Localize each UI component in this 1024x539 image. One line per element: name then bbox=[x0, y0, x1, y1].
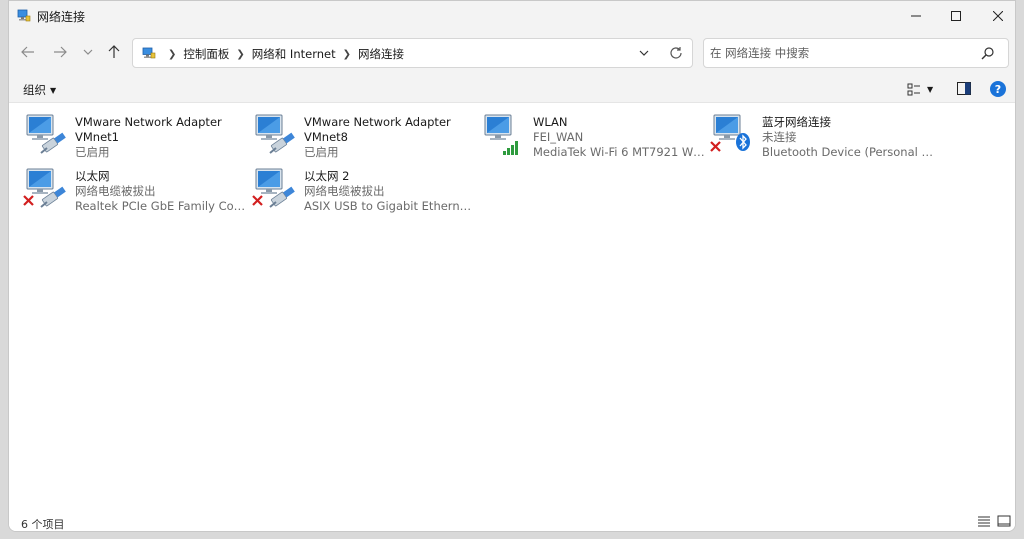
list-item[interactable]: 蓝牙网络连接未连接Bluetooth Device (Personal Area… bbox=[710, 109, 938, 159]
breadcrumb: ❯ 控制面板 ❯ 网络和 Internet ❯ 网络连接 bbox=[161, 46, 404, 62]
ethernet-adapter-icon bbox=[26, 114, 66, 154]
back-button[interactable] bbox=[15, 40, 41, 64]
connection-status: 已启用 bbox=[304, 145, 339, 159]
ethernet-adapter-icon bbox=[255, 114, 295, 154]
address-bar[interactable]: ❯ 控制面板 ❯ 网络和 Internet ❯ 网络连接 bbox=[132, 38, 693, 68]
connection-name: WLAN bbox=[533, 115, 568, 129]
search-icon[interactable] bbox=[980, 45, 996, 61]
breadcrumb-network-internet[interactable]: 网络和 Internet bbox=[252, 46, 336, 62]
connection-status: 网络电缆被拔出 bbox=[75, 184, 156, 198]
list-item[interactable]: WLANFEI_WANMediaTek Wi-Fi 6 MT7921 Wirel… bbox=[481, 109, 709, 159]
network-connections-icon bbox=[17, 9, 31, 22]
view-options-icon bbox=[907, 83, 920, 96]
title-bar: 网络连接 bbox=[9, 1, 1015, 31]
help-button[interactable]: ? bbox=[990, 81, 1006, 97]
connection-text: VMware Network Adapter VMnet1 已启用 bbox=[75, 115, 247, 160]
arrow-left-icon bbox=[21, 46, 34, 58]
address-history-button[interactable] bbox=[633, 43, 655, 63]
connection-name: 以太网 bbox=[75, 169, 110, 183]
command-bar: 组织 ▼ ▼ ? bbox=[9, 75, 1015, 103]
minimize-icon bbox=[911, 15, 921, 17]
arrow-up-icon bbox=[108, 45, 120, 58]
breadcrumb-separator-icon[interactable]: ❯ bbox=[168, 49, 176, 60]
search-input[interactable] bbox=[710, 45, 970, 61]
bluetooth-adapter-icon bbox=[710, 114, 750, 152]
organize-button[interactable]: 组织 ▼ bbox=[23, 82, 56, 98]
connection-status: 已启用 bbox=[75, 145, 110, 159]
details-view-icon[interactable] bbox=[977, 515, 991, 527]
chevron-down-icon bbox=[83, 49, 93, 55]
search-box bbox=[703, 38, 1009, 68]
ethernet-adapter-icon bbox=[23, 168, 66, 208]
breadcrumb-separator-icon[interactable]: ❯ bbox=[236, 49, 244, 60]
tiles-view-icon[interactable] bbox=[997, 515, 1011, 527]
connection-status: 网络电缆被拔出 bbox=[304, 184, 385, 198]
connections-list: VMware Network Adapter VMnet1 已启用 VMware N… bbox=[9, 103, 1015, 509]
connection-device: MediaTek Wi-Fi 6 MT7921 Wireless LAN Car… bbox=[533, 145, 705, 159]
navigation-bar: ❯ 控制面板 ❯ 网络和 Internet ❯ 网络连接 bbox=[9, 31, 1015, 75]
close-icon bbox=[993, 11, 1003, 21]
connection-device: ASIX USB to Gigabit Ethernet Family Adap… bbox=[304, 199, 476, 213]
connection-status: 未连接 bbox=[762, 130, 797, 144]
forward-button[interactable] bbox=[47, 40, 73, 64]
breadcrumb-separator-icon[interactable]: ❯ bbox=[343, 49, 351, 60]
ethernet-adapter-icon bbox=[252, 168, 295, 208]
connection-name: VMware Network Adapter bbox=[304, 115, 451, 129]
recent-locations-button[interactable] bbox=[75, 40, 101, 64]
list-item[interactable]: VMware Network Adapter VMnet1 已启用 bbox=[23, 109, 251, 159]
caret-down-icon: ▼ bbox=[50, 85, 57, 95]
connection-name-line2: VMnet8 bbox=[304, 130, 348, 144]
wifi-adapter-icon bbox=[484, 114, 518, 155]
connection-name: 蓝牙网络连接 bbox=[762, 115, 831, 129]
item-count: 6 个项目 bbox=[21, 518, 65, 531]
list-item[interactable]: 以太网 2 网络电缆被拔出 ASIX USB to Gigabit Ethernet… bbox=[252, 163, 480, 213]
maximize-button[interactable] bbox=[933, 1, 979, 31]
connection-status: FEI_WAN bbox=[533, 130, 584, 144]
view-options-button[interactable]: ▼ bbox=[907, 81, 941, 98]
connection-name: 以太网 2 bbox=[304, 169, 350, 183]
maximize-icon bbox=[951, 11, 961, 21]
connection-device: Bluetooth Device (Personal Area Network) bbox=[762, 145, 934, 159]
status-bar: 6 个项目 bbox=[9, 509, 1015, 531]
network-connections-icon bbox=[142, 47, 156, 59]
breadcrumb-control-panel[interactable]: 控制面板 bbox=[183, 46, 229, 62]
connection-text: VMware Network Adapter VMnet8 已启用 bbox=[304, 115, 476, 160]
up-button[interactable] bbox=[101, 40, 127, 64]
organize-label: 组织 bbox=[23, 83, 46, 97]
connection-text: 蓝牙网络连接未连接Bluetooth Device (Personal Area… bbox=[762, 115, 934, 160]
breadcrumb-network-connections[interactable]: 网络连接 bbox=[358, 46, 404, 62]
list-item[interactable]: VMware Network Adapter VMnet8 已启用 bbox=[252, 109, 480, 159]
explorer-window: 网络连接 ❯ 控制面板 ❯ 网络和 Internet ❯ 网络连接 在 网络连接… bbox=[8, 0, 1016, 532]
close-button[interactable] bbox=[975, 1, 1015, 31]
caret-down-icon: ▼ bbox=[927, 85, 934, 94]
refresh-icon bbox=[670, 47, 682, 59]
connection-text: 以太网 2 网络电缆被拔出 ASIX USB to Gigabit Ethernet… bbox=[304, 169, 476, 214]
chevron-down-icon bbox=[639, 50, 649, 56]
refresh-button[interactable] bbox=[665, 43, 687, 63]
arrow-right-icon bbox=[54, 46, 67, 58]
connection-device: Realtek PCIe GbE Family Controller bbox=[75, 199, 247, 213]
connection-name: VMware Network Adapter bbox=[75, 115, 222, 129]
preview-pane-icon[interactable] bbox=[957, 82, 971, 95]
connection-name-line2: VMnet1 bbox=[75, 130, 119, 144]
connection-text: WLANFEI_WANMediaTek Wi-Fi 6 MT7921 Wirel… bbox=[533, 115, 705, 160]
window-title: 网络连接 bbox=[37, 10, 86, 24]
connection-text: 以太网网络电缆被拔出Realtek PCIe GbE Family Contro… bbox=[75, 169, 247, 214]
list-item[interactable]: 以太网网络电缆被拔出Realtek PCIe GbE Family Contro… bbox=[23, 163, 251, 213]
